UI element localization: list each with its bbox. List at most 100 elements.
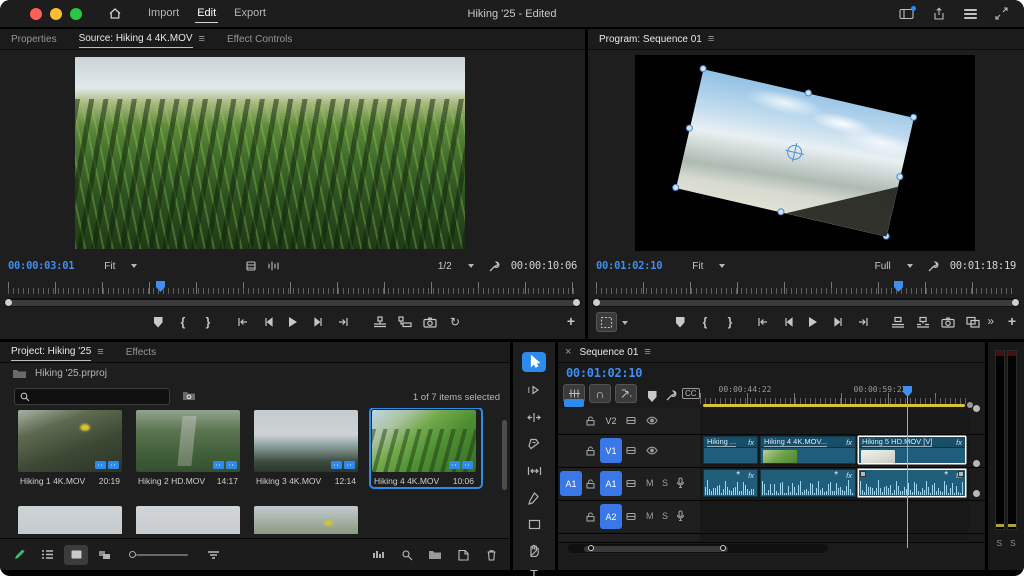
transform-handle[interactable] — [804, 89, 812, 97]
go-to-in-button[interactable] — [235, 313, 251, 331]
loop-button[interactable]: ↻ — [447, 313, 463, 331]
source-ruler[interactable] — [8, 281, 577, 294]
project-item[interactable]: Hiking 2 HD.MOV14:17 — [136, 410, 244, 486]
go-to-out-button[interactable] — [335, 313, 351, 331]
lift-button[interactable] — [890, 313, 906, 331]
step-back-button[interactable] — [780, 313, 796, 331]
tab-effect-controls[interactable]: Effect Controls — [216, 29, 303, 49]
transform-handle[interactable] — [882, 232, 890, 240]
insert-button[interactable] — [372, 313, 388, 331]
anchor-point-icon[interactable] — [786, 143, 804, 161]
fade-handle[interactable] — [860, 471, 866, 477]
clip-thumbnail[interactable] — [372, 410, 476, 472]
timeline-settings-wrench-icon[interactable] — [660, 386, 682, 405]
tool-track-select-forward[interactable] — [522, 380, 546, 400]
transform-handle[interactable] — [896, 172, 904, 180]
app-menu-icon[interactable] — [964, 7, 977, 21]
solo-right-button[interactable]: S — [1010, 538, 1016, 548]
work-area-bar[interactable] — [703, 404, 965, 407]
clip-name[interactable]: Hiking 4 4K.MOV — [374, 476, 439, 486]
clip-name[interactable]: Hiking 3 4K.MOV — [256, 476, 321, 486]
audio-meter-right[interactable] — [1007, 350, 1017, 530]
track-a2-content[interactable] — [700, 501, 969, 532]
find-icon[interactable] — [396, 546, 418, 564]
export-frame-camera-icon[interactable] — [940, 313, 956, 331]
clip-thumbnail[interactable] — [18, 410, 122, 472]
timeline-timecode[interactable]: 00:01:02:10 — [566, 366, 642, 380]
search-input[interactable] — [35, 391, 164, 403]
timeline-clip-audio-3-selected[interactable]: *fx — [858, 469, 966, 497]
tab-source[interactable]: Source: Hiking 4 4K.MOV≡ — [68, 29, 216, 49]
list-view-icon[interactable] — [36, 546, 58, 564]
breadcrumb[interactable]: Hiking '25.prproj — [12, 368, 107, 379]
new-item-icon[interactable] — [452, 546, 474, 564]
program-stage[interactable] — [635, 55, 975, 251]
timeline-clip-video-1[interactable]: Hiking ...fx — [703, 436, 758, 464]
bin-navigation-icon[interactable] — [182, 390, 196, 401]
mark-out-button[interactable]: } — [722, 313, 738, 331]
source-playhead[interactable] — [156, 281, 165, 292]
step-forward-button[interactable] — [310, 313, 326, 331]
play-button[interactable] — [805, 313, 821, 331]
tool-type[interactable]: T — [522, 564, 546, 576]
step-forward-button[interactable] — [830, 313, 846, 331]
mic-icon[interactable] — [676, 510, 685, 522]
tool-pen[interactable] — [522, 488, 546, 508]
sync-lock-icon[interactable] — [626, 512, 636, 521]
fullscreen-icon[interactable] — [995, 7, 1008, 20]
export-frame-camera-icon[interactable] — [422, 313, 438, 331]
tool-hand[interactable] — [522, 540, 546, 560]
timeline-clip-video-3-selected[interactable]: Hiking 5 HD.MOV [V]fx — [858, 436, 966, 464]
transform-handle[interactable] — [685, 124, 693, 132]
transform-handle[interactable] — [777, 208, 785, 216]
captions-cc-button[interactable]: CC — [682, 388, 700, 399]
add-marker-button[interactable] — [672, 313, 688, 331]
sort-icon[interactable] — [202, 546, 224, 564]
eye-icon[interactable] — [646, 446, 658, 455]
program-timecode[interactable]: 00:01:02:10 — [596, 260, 662, 272]
transform-handle[interactable] — [909, 113, 917, 121]
snap-magnet-icon[interactable]: ∩ — [589, 384, 611, 403]
timeline-vertical-scrollbar-cap[interactable] — [973, 490, 980, 497]
program-playhead[interactable] — [894, 281, 903, 292]
transform-handle[interactable] — [699, 64, 707, 72]
sync-lock-icon[interactable] — [626, 416, 636, 425]
nav-export[interactable]: Export — [232, 5, 268, 23]
tab-project[interactable]: Project: Hiking '25≡ — [0, 342, 115, 362]
track-v1-content[interactable]: Hiking ...fx Hiking 4 4K.MOV...fx Hiking… — [700, 435, 969, 466]
panel-menu-icon[interactable]: ≡ — [97, 346, 103, 358]
go-to-in-button[interactable] — [755, 313, 771, 331]
project-item[interactable] — [254, 506, 362, 534]
fade-handle[interactable] — [958, 471, 964, 477]
mute-button[interactable]: M — [646, 511, 654, 521]
timeline-clip-audio-2[interactable]: *fx — [760, 469, 856, 497]
project-item[interactable]: Hiking 1 4K.MOV20:19 — [18, 410, 126, 486]
solo-button[interactable]: S — [662, 478, 668, 488]
solo-left-button[interactable]: S — [996, 538, 1002, 548]
lock-icon[interactable] — [586, 479, 595, 489]
project-item[interactable]: Hiking 3 4K.MOV12:14 — [254, 410, 362, 486]
button-editor-plus[interactable]: + — [567, 313, 575, 329]
nav-edit[interactable]: Edit — [195, 5, 218, 23]
source-video-preview[interactable] — [75, 57, 465, 249]
timeline-ruler[interactable] — [700, 393, 969, 404]
tab-effects[interactable]: Effects — [115, 342, 167, 362]
timeline-vertical-scrollbar-cap[interactable] — [973, 405, 980, 412]
go-to-out-button[interactable] — [855, 313, 871, 331]
share-icon[interactable] — [932, 7, 946, 21]
tool-selection[interactable] — [522, 352, 546, 372]
add-marker-button[interactable] — [150, 313, 166, 331]
lock-icon[interactable] — [586, 446, 595, 456]
clip-thumbnail[interactable] — [254, 410, 358, 472]
transform-handle[interactable] — [671, 183, 679, 191]
source-scrollbar[interactable] — [4, 298, 581, 307]
project-item[interactable] — [18, 506, 126, 534]
new-bin-icon[interactable] — [424, 546, 446, 564]
close-window-button[interactable] — [30, 8, 42, 20]
track-v2-content[interactable] — [700, 408, 969, 433]
program-ruler[interactable] — [596, 281, 1016, 294]
minimize-window-button[interactable] — [50, 8, 62, 20]
timeline-horizontal-scrollbar[interactable] — [568, 544, 828, 553]
transform-mode-button[interactable] — [596, 312, 617, 332]
track-a2-label[interactable]: A2 — [600, 504, 622, 529]
